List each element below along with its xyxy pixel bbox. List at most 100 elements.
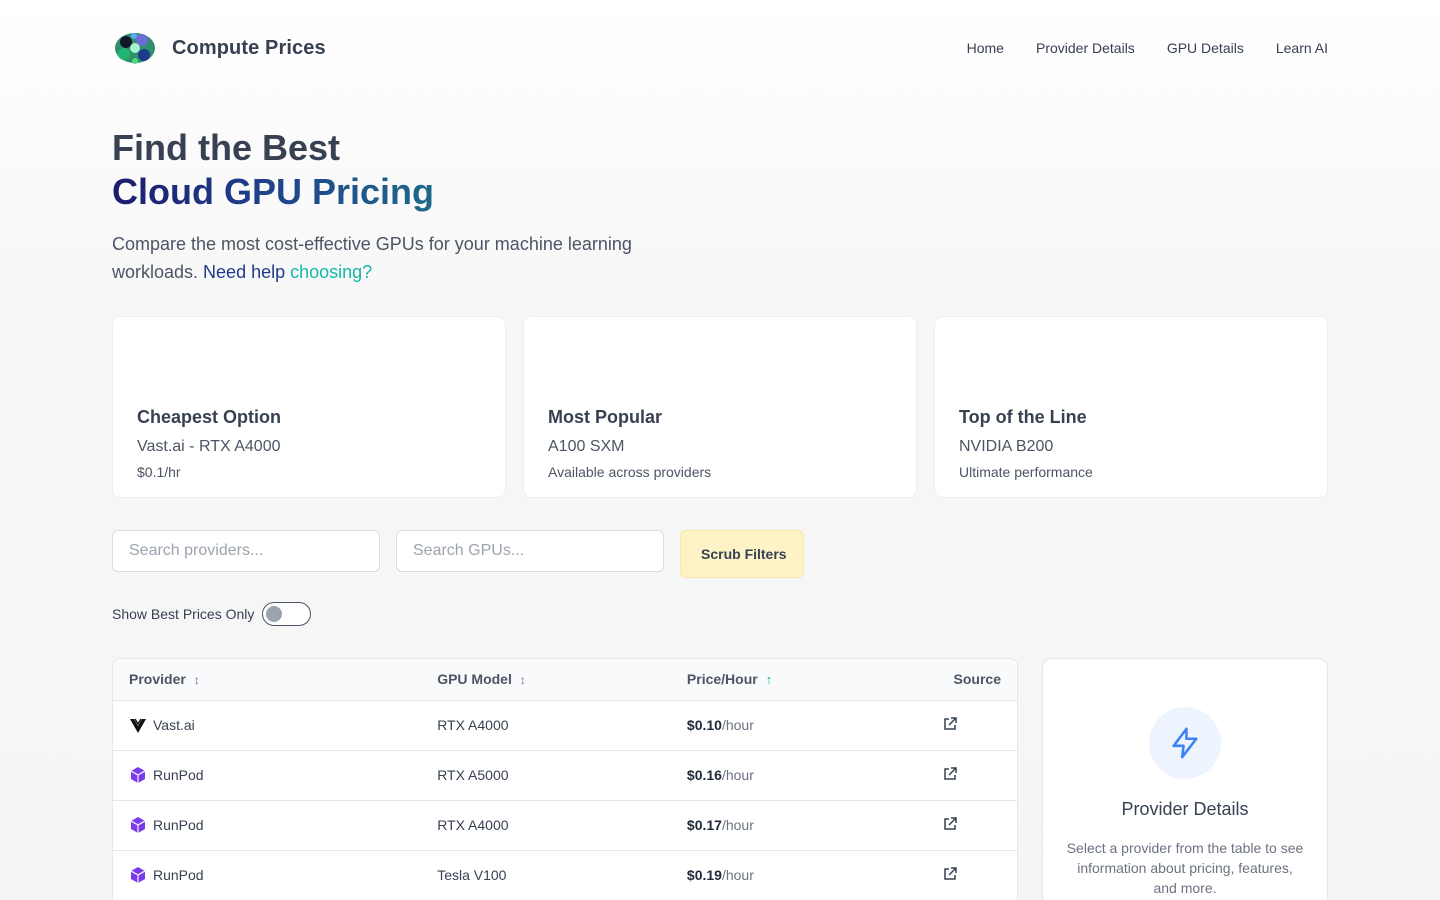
source-cell [927,750,1017,801]
card-title: Top of the Line [959,407,1087,427]
toggle-label: Show Best Prices Only [112,606,255,622]
provider-name: RunPod [153,817,204,833]
provider-name: RunPod [153,767,204,783]
card-sub: $0.1/hr [137,464,181,480]
scrub-filters-label: Scrub Filters [701,546,787,562]
card-main: NVIDIA B200 [959,438,1054,455]
hero-subtitle: Compare the most cost-effective GPUs for… [112,230,692,286]
runpod-logo-icon [130,817,146,833]
header-gpu-model[interactable]: GPU Model ↕ [421,659,671,701]
help-link-part-2: choosing? [290,262,373,282]
price-cell: $0.10/hour [670,700,927,751]
runpod-logo-icon [130,867,146,883]
header-label: Provider [129,671,186,688]
price-value: $0.17 [686,817,722,833]
lightning-icon [1172,727,1198,759]
provider-details-panel: Provider Details Select a provider from … [1042,658,1328,900]
price-value: $0.10 [686,717,722,733]
top-header: Compute Prices Home Provider Details GPU… [112,28,1328,68]
card-title: Most Popular [548,407,663,427]
runpod-logo-icon [130,767,146,783]
external-link-icon[interactable] [943,866,957,881]
sort-ascending-icon: ↑ [765,672,773,688]
help-choosing-link[interactable]: Need help choosing? [203,262,372,282]
nav-home[interactable]: Home [967,40,1004,56]
dollar-icon [137,341,481,383]
price-cell: $0.17/hour [670,800,927,851]
provider-name: RunPod [153,867,204,883]
table-row[interactable]: Vast.ai RTX A4000 $0.10/hour [113,700,1017,751]
brand-name: Compute Prices [172,36,326,59]
search-providers-input[interactable] [112,530,380,572]
details-text: Select a provider from the table to see … [1066,840,1304,896]
table-header-row: Provider ↕ GPU Model ↕ Price/Hour ↑ Source [113,659,1017,701]
vastai-logo-icon [130,718,146,733]
sort-icon: ↕ [519,673,526,688]
page-title: Find the Best Cloud GPU Pricing [112,126,752,214]
price-value: $0.16 [686,767,722,783]
provider-cell: Vast.ai [129,716,405,734]
source-cell [927,850,1017,900]
gpu-model-cell: RTX A4000 [421,800,671,851]
header-label: GPU Model [437,671,512,688]
card-most-popular: Most Popular A100 SXM Available across p… [523,316,917,498]
header-source: Source [927,659,1017,701]
card-top-of-the-line: Top of the Line NVIDIA B200 Ultimate per… [934,316,1328,498]
card-sub: Available across providers [548,464,712,480]
fire-icon [548,341,892,383]
price-unit: /hour [721,717,754,733]
header-provider[interactable]: Provider ↕ [113,659,422,701]
table-row[interactable]: RunPod Tesla V100 $0.19/hour [113,850,1017,900]
header-price-hour[interactable]: Price/Hour ↑ [670,659,927,701]
help-link-part-1: Need help [203,262,291,282]
provider-cell: RunPod [129,766,405,784]
card-main: A100 SXM [548,438,625,455]
price-unit: /hour [721,817,754,833]
provider-cell: RunPod [129,816,405,834]
sort-icon: ↕ [193,673,200,688]
brand[interactable]: Compute Prices [112,28,326,68]
provider-cell: RunPod [129,866,405,884]
pricing-table: Provider ↕ GPU Model ↕ Price/Hour ↑ Source … [113,659,1017,900]
compute-prices-logo-icon [115,33,155,64]
search-gpus-input[interactable] [396,530,664,572]
card-cheapest-option: Cheapest Option Vast.ai - RTX A4000 $0.1… [112,316,506,498]
source-cell [927,800,1017,851]
card-main: Vast.ai - RTX A4000 [137,438,281,455]
gpu-model-cell: RTX A4000 [421,700,671,751]
gpu-model-cell: RTX A5000 [421,750,671,801]
scrub-filters-button[interactable]: Scrub Filters [680,530,804,578]
details-title: Provider Details [1121,799,1249,819]
external-link-icon[interactable] [943,716,957,731]
price-value: $0.19 [686,867,722,883]
price-cell: $0.19/hour [670,850,927,900]
filters-bar: Scrub Filters [112,530,804,578]
best-prices-toggle-row: Show Best Prices Only [112,602,312,626]
header-label: Price/Hour [686,671,758,688]
lightning-icon-badge [1149,707,1221,779]
title-line-1: Find the Best [112,127,341,168]
header-label: Source [953,671,1001,688]
nav-learn-ai[interactable]: Learn AI [1276,40,1328,56]
price-unit: /hour [721,767,754,783]
highlight-cards: Cheapest Option Vast.ai - RTX A4000 $0.1… [112,316,1328,498]
table-row[interactable]: RunPod RTX A4000 $0.17/hour [113,800,1017,851]
source-cell [927,700,1017,751]
trophy-icon [959,341,1303,383]
hero: Find the Best Cloud GPU Pricing Compare … [112,126,752,286]
title-line-2: Cloud GPU Pricing [112,171,435,212]
card-sub: Ultimate performance [959,464,1093,480]
provider-name: Vast.ai [153,717,195,733]
toggle-knob [266,606,283,622]
table-row[interactable]: RunPod RTX A5000 $0.16/hour [113,750,1017,801]
nav-provider-details[interactable]: Provider Details [1036,40,1135,56]
card-title: Cheapest Option [137,407,282,427]
main-nav: Home Provider Details GPU Details Learn … [967,40,1328,56]
external-link-icon[interactable] [943,816,957,831]
nav-gpu-details[interactable]: GPU Details [1167,40,1244,56]
pricing-table-card: Provider ↕ GPU Model ↕ Price/Hour ↑ Source … [112,658,1018,900]
best-prices-toggle[interactable] [262,602,312,626]
external-link-icon[interactable] [943,766,957,781]
price-cell: $0.16/hour [670,750,927,801]
price-unit: /hour [721,867,754,883]
